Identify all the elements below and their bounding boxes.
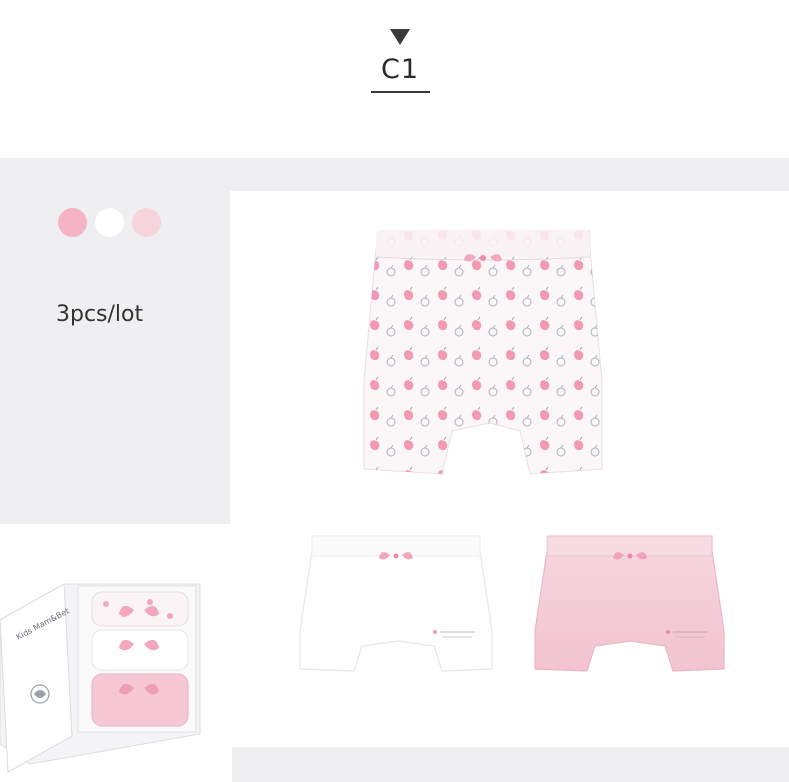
white-swatch[interactable] [95,208,124,237]
light-pink-swatch[interactable] [132,208,161,237]
product-card [230,191,789,747]
section-title: C1 [380,54,420,85]
gift-box-image: Kids Mam&Bet [0,583,201,773]
patterned-briefs-image [363,230,603,475]
pink-briefs-image [534,535,725,672]
pink-swatch[interactable] [58,208,87,237]
white-briefs-image [299,535,493,672]
triangle-down-icon [390,29,410,45]
gift-box-area: Kids Mam&Bet [0,524,232,782]
pack-quantity-label: 3pcs/lot [56,302,144,327]
title-underline [371,91,430,93]
section-header: C1 [0,0,789,158]
